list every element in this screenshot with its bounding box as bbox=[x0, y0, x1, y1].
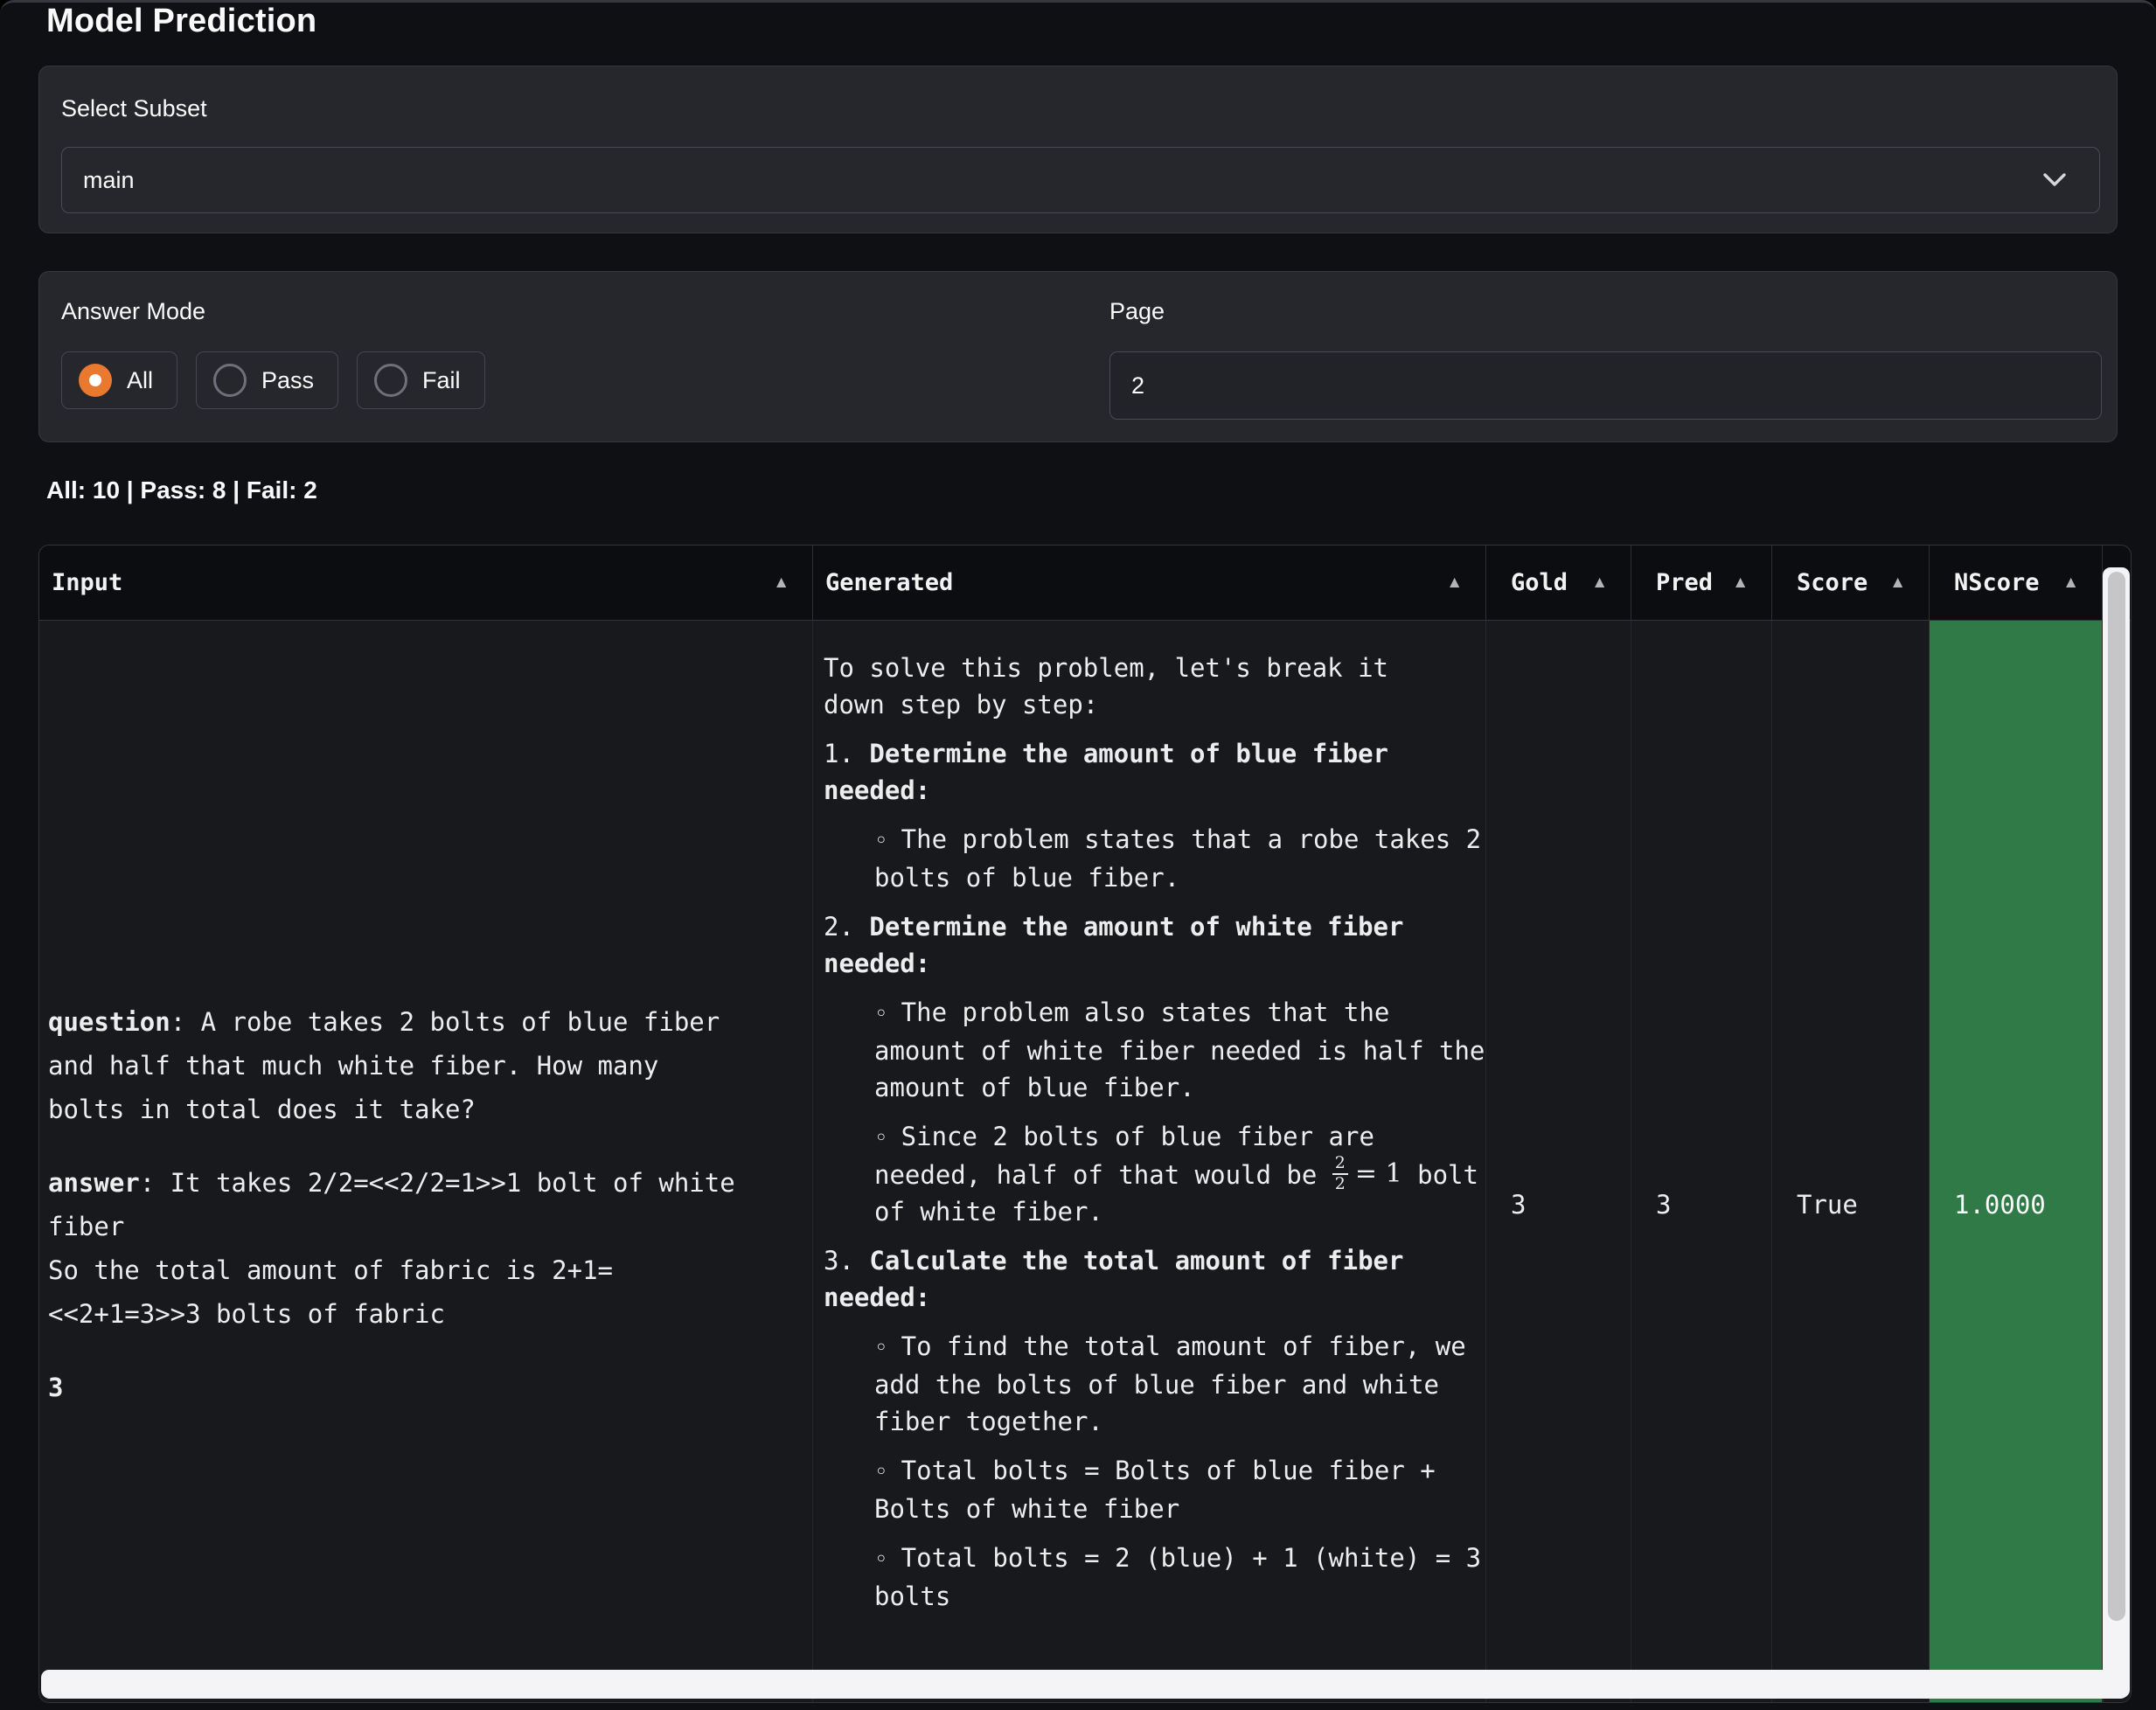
table-header-row: Input ▲ Generated ▲ Gold ▲ Pred ▲ Score … bbox=[39, 546, 2131, 621]
subset-label: Select Subset bbox=[61, 95, 207, 122]
input-cell-text: question: A robe takes 2 bolts of blue f… bbox=[39, 1000, 744, 1409]
column-header-label: Generated bbox=[813, 569, 953, 596]
column-header-nscore[interactable]: NScore ▲ bbox=[1930, 546, 2103, 620]
sort-asc-icon: ▲ bbox=[1591, 573, 1608, 593]
column-header-label: NScore bbox=[1930, 569, 2040, 596]
radio-unselected-icon bbox=[374, 364, 407, 397]
radio-unselected-icon bbox=[213, 364, 247, 397]
cell-score[interactable]: True bbox=[1772, 621, 1930, 1703]
math-fraction: 22= 1 bbox=[1332, 1155, 1402, 1193]
bullet-icon: ◦ bbox=[874, 1459, 888, 1485]
page-input[interactable]: 2 bbox=[1109, 351, 2102, 420]
nscore-value: 1.0000 bbox=[1930, 1190, 2046, 1220]
bullet-icon: ◦ bbox=[874, 1001, 888, 1027]
radio-option-pass[interactable]: Pass bbox=[196, 351, 338, 409]
radio-selected-icon bbox=[79, 364, 112, 397]
subset-select-value: main bbox=[62, 167, 135, 194]
generated-cell-text: To solve this problem, let's break itdow… bbox=[813, 621, 1485, 1615]
cell-nscore[interactable]: 1.0000 bbox=[1930, 621, 2103, 1703]
column-header-pred[interactable]: Pred ▲ bbox=[1631, 546, 1772, 620]
radio-option-label: Fail bbox=[422, 367, 461, 394]
page-label: Page bbox=[1109, 298, 1165, 325]
chevron-down-icon bbox=[2043, 173, 2066, 187]
column-header-input[interactable]: Input ▲ bbox=[39, 546, 813, 620]
column-header-gold[interactable]: Gold ▲ bbox=[1486, 546, 1631, 620]
radio-option-all[interactable]: All bbox=[61, 351, 177, 409]
column-header-generated[interactable]: Generated ▲ bbox=[813, 546, 1486, 620]
app-root: Model Prediction Select Subset main Answ… bbox=[0, 0, 2156, 1710]
predictions-table: Input ▲ Generated ▲ Gold ▲ Pred ▲ Score … bbox=[38, 545, 2132, 1703]
radio-option-label: All bbox=[127, 367, 153, 394]
cell-input[interactable]: question: A robe takes 2 bolts of blue f… bbox=[39, 621, 813, 1703]
bullet-icon: ◦ bbox=[874, 828, 888, 854]
sort-asc-icon: ▲ bbox=[2062, 573, 2079, 593]
cell-gold[interactable]: 3 bbox=[1486, 621, 1631, 1703]
answer-mode-radio-group: All Pass Fail bbox=[61, 351, 485, 409]
column-header-label: Gold bbox=[1486, 569, 1568, 596]
bullet-icon: ◦ bbox=[874, 1125, 888, 1151]
vertical-scrollbar[interactable] bbox=[2103, 567, 2130, 1698]
cell-generated[interactable]: To solve this problem, let's break itdow… bbox=[813, 621, 1486, 1703]
column-header-label: Input bbox=[39, 569, 122, 596]
table-body: question: A robe takes 2 bolts of blue f… bbox=[39, 621, 2131, 1702]
vertical-scrollbar-thumb[interactable] bbox=[2108, 572, 2125, 1621]
gold-value: 3 bbox=[1486, 1190, 1526, 1220]
subset-panel: Select Subset main bbox=[38, 66, 2118, 233]
pred-value: 3 bbox=[1631, 1190, 1671, 1220]
radio-option-label: Pass bbox=[261, 367, 314, 394]
bullet-icon: ◦ bbox=[874, 1335, 888, 1361]
page-input-value: 2 bbox=[1110, 372, 1144, 400]
controls-panel: Answer Mode All Pass Fail Page 2 bbox=[38, 271, 2118, 442]
sort-asc-icon: ▲ bbox=[1732, 573, 1749, 593]
score-value: True bbox=[1772, 1190, 1858, 1220]
bullet-icon: ◦ bbox=[874, 1547, 888, 1573]
column-header-score[interactable]: Score ▲ bbox=[1772, 546, 1930, 620]
sort-asc-icon: ▲ bbox=[773, 573, 789, 593]
stats-line: All: 10 | Pass: 8 | Fail: 2 bbox=[46, 476, 317, 504]
cell-pred[interactable]: 3 bbox=[1631, 621, 1772, 1703]
answer-mode-label: Answer Mode bbox=[61, 298, 205, 325]
horizontal-scrollbar[interactable] bbox=[41, 1670, 2129, 1699]
sort-asc-icon: ▲ bbox=[1446, 573, 1463, 593]
subset-select[interactable]: main bbox=[61, 147, 2100, 213]
page-title: Model Prediction bbox=[46, 3, 316, 40]
column-header-label: Pred bbox=[1631, 569, 1713, 596]
radio-option-fail[interactable]: Fail bbox=[357, 351, 485, 409]
sort-asc-icon: ▲ bbox=[1889, 573, 1906, 593]
column-header-label: Score bbox=[1772, 569, 1867, 596]
